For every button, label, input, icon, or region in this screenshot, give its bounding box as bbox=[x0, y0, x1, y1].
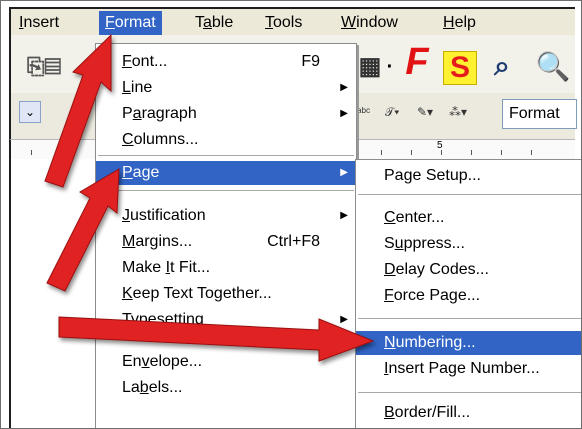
menu-item-envelope[interactable]: Envelope... bbox=[96, 350, 356, 374]
styles-s-icon[interactable]: S bbox=[443, 51, 477, 85]
menu-separator bbox=[358, 318, 581, 319]
menu-item-label: Envelope... bbox=[122, 353, 203, 370]
submenu-arrow-icon: ▶ bbox=[340, 108, 348, 119]
menu-format[interactable]: Format bbox=[99, 11, 162, 35]
menu-item-label: Paragraph bbox=[122, 105, 197, 122]
submenu-item-delay-codes[interactable]: Delay Codes... bbox=[356, 258, 581, 282]
document-edge bbox=[9, 159, 11, 428]
menu-item-labels[interactable]: Labels... bbox=[96, 376, 356, 400]
menu-item-label: Page bbox=[122, 164, 160, 181]
submenu-item-border-fill[interactable]: Border/Fill... bbox=[356, 401, 581, 425]
submenu-arrow-icon: ▶ bbox=[340, 210, 348, 221]
menu-item-justification[interactable]: Justification ▶ bbox=[96, 204, 356, 228]
menu-separator bbox=[358, 194, 581, 195]
menu-item-margins[interactable]: Margins... Ctrl+F8 bbox=[96, 230, 356, 254]
submenu-arrow-icon: ▶ bbox=[340, 82, 348, 93]
menu-item-shortcut: Ctrl+F8 bbox=[267, 233, 320, 250]
menu-item-label: Line bbox=[122, 79, 153, 96]
menu-item-label: Page Setup... bbox=[384, 167, 481, 184]
submenu-item-numbering[interactable]: Numbering... bbox=[356, 331, 581, 355]
menu-item-typesetting[interactable]: Typesetting ▶ bbox=[96, 308, 356, 332]
menu-table[interactable]: Table bbox=[189, 13, 239, 35]
paste-icon[interactable]: ⎘▤ bbox=[13, 53, 75, 81]
menu-item-label: Labels... bbox=[122, 379, 183, 396]
format-f-icon[interactable]: F bbox=[397, 41, 437, 83]
menu-item-label: Typesetting bbox=[122, 311, 204, 328]
submenu-item-force-page[interactable]: Force Page... bbox=[356, 284, 581, 308]
menu-item-page[interactable]: Page ▶ bbox=[96, 161, 356, 185]
menu-item-shortcut: F9 bbox=[301, 53, 320, 70]
menu-item-label: Justification bbox=[122, 207, 206, 224]
dropdown-dot-icon[interactable]: · bbox=[383, 53, 397, 81]
menu-tools[interactable]: Tools bbox=[259, 13, 308, 35]
table-grid-icon[interactable]: ▦ bbox=[357, 51, 383, 81]
submenu-item-insert-page-number[interactable]: Insert Page Number... bbox=[356, 357, 581, 381]
menu-separator bbox=[98, 190, 354, 191]
submenu-item-page-setup[interactable]: Page Setup... bbox=[356, 164, 581, 188]
menu-item-label: Force Page... bbox=[384, 287, 481, 304]
menu-insert[interactable]: Insert bbox=[13, 13, 65, 35]
menu-item-font[interactable]: Font... F9 bbox=[96, 50, 356, 74]
menu-separator bbox=[98, 336, 354, 337]
app-window: Insert Format Table Tools Window Help ᵃᵇ… bbox=[0, 0, 582, 429]
menu-item-label: Border/Fill... bbox=[384, 404, 471, 421]
zoom-icon[interactable]: ⌕ bbox=[485, 49, 519, 83]
highlight-icon[interactable]: ✎▾ bbox=[417, 101, 433, 123]
format-menu: Font... F9 Line ▶ Paragraph ▶ Columns...… bbox=[95, 43, 357, 428]
menu-item-paragraph[interactable]: Paragraph ▶ bbox=[96, 102, 356, 126]
shading-icon[interactable]: ⁂▾ bbox=[449, 101, 467, 123]
menu-item-label: Keep Text Together... bbox=[122, 285, 272, 302]
menu-bar: Insert Format Table Tools Window Help bbox=[9, 7, 575, 35]
menu-item-label: Insert Page Number... bbox=[384, 360, 540, 377]
menu-item-label: Columns... bbox=[122, 131, 199, 148]
menu-help[interactable]: Help bbox=[437, 13, 482, 35]
font-color-icon[interactable]: 𝒯▾ bbox=[385, 101, 399, 123]
font-dropdown-button[interactable]: ⌄ bbox=[19, 101, 41, 123]
menu-item-label: Make It Fit... bbox=[122, 259, 211, 276]
submenu-item-suppress[interactable]: Suppress... bbox=[356, 232, 581, 256]
menu-item-label: Numbering... bbox=[384, 334, 476, 351]
abc-icon[interactable]: ᵃᵇᶜ bbox=[357, 101, 370, 123]
menu-window[interactable]: Window bbox=[335, 13, 404, 35]
menu-separator bbox=[358, 392, 581, 393]
menu-item-make-it-fit[interactable]: Make It Fit... bbox=[96, 256, 356, 280]
menu-item-label: Margins... bbox=[122, 233, 193, 250]
menu-item-label: Suppress... bbox=[384, 235, 465, 252]
submenu-item-center[interactable]: Center... bbox=[356, 206, 581, 230]
format-style-box[interactable]: Format bbox=[502, 99, 577, 129]
menu-item-columns[interactable]: Columns... bbox=[96, 128, 356, 152]
menu-item-label: Font... bbox=[122, 53, 168, 70]
menu-item-label: Center... bbox=[384, 209, 445, 226]
page-submenu: Page Setup... Center... Suppress... Dela… bbox=[355, 159, 581, 428]
menu-separator bbox=[98, 155, 354, 156]
find-icon[interactable]: 🔍 bbox=[535, 49, 571, 83]
submenu-arrow-icon: ▶ bbox=[340, 314, 348, 325]
menu-item-keep-text-together[interactable]: Keep Text Together... bbox=[96, 282, 356, 306]
submenu-arrow-icon: ▶ bbox=[340, 167, 348, 178]
menu-item-label: Delay Codes... bbox=[384, 261, 489, 278]
menu-item-line[interactable]: Line ▶ bbox=[96, 76, 356, 100]
